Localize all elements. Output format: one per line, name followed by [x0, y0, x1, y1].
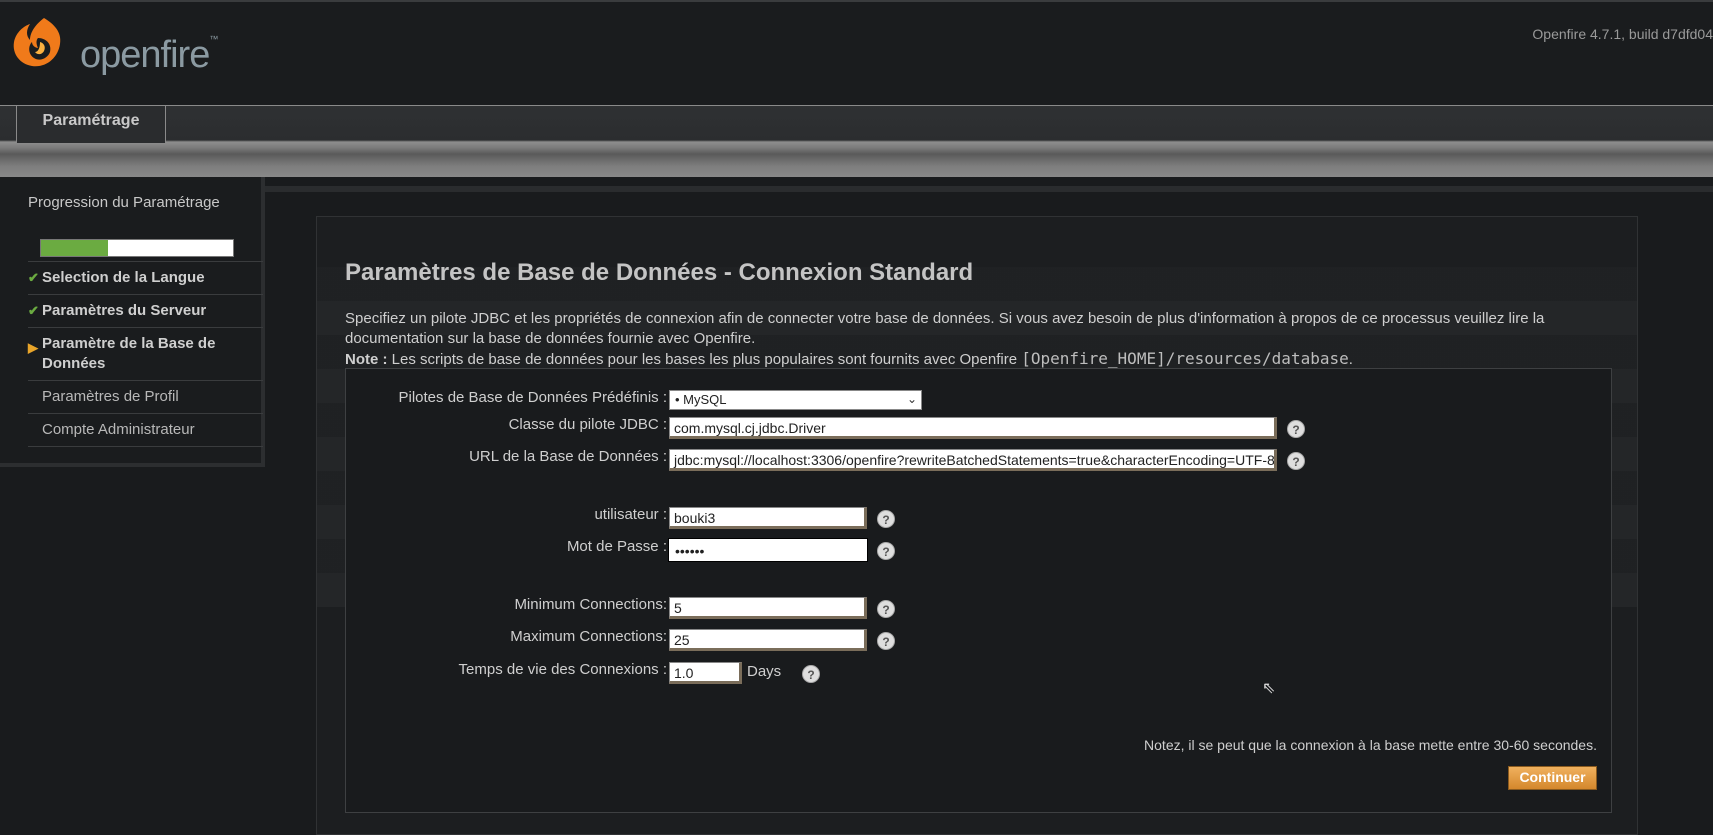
note-label: Note :	[345, 351, 388, 368]
progress-bar	[40, 239, 234, 257]
driver-select-value: • MySQL	[675, 392, 727, 407]
check-icon: ✔	[28, 270, 39, 285]
main-panel: Paramètres de Base de Données - Connexio…	[316, 216, 1638, 835]
progress-title: Progression du Paramétrage	[28, 194, 220, 211]
setup-progress-sidebar: Progression du Paramétrage ✔ Selection d…	[0, 177, 265, 467]
password-label: Mot de Passe :	[566, 538, 667, 555]
step-language[interactable]: ✔ Selection de la Langue	[28, 261, 263, 294]
openfire-flame-icon	[13, 18, 61, 67]
intro-text: Specifiez un pilote JDBC et les propriét…	[345, 309, 1585, 370]
logo-wordmark: openfire™	[80, 34, 218, 76]
help-icon[interactable]: ?	[877, 632, 895, 650]
openfire-logo: openfire™	[10, 14, 220, 84]
step-admin-account: Compte Administrateur	[28, 413, 263, 447]
help-icon[interactable]: ?	[877, 510, 895, 528]
help-icon[interactable]: ?	[877, 600, 895, 618]
note-code-path: [Openfire_HOME]/resources/database	[1021, 349, 1349, 368]
setup-steps-list: ✔ Selection de la Langue ✔ Paramètres du…	[28, 261, 263, 447]
chevron-down-icon: ⌄	[906, 392, 917, 406]
driver-select[interactable]: • MySQL ⌄	[669, 390, 922, 410]
help-icon[interactable]: ?	[877, 542, 895, 560]
username-input[interactable]: bouki3	[669, 507, 867, 529]
content-top-border	[265, 186, 1713, 192]
check-icon: ✔	[28, 303, 39, 318]
logo-trademark: ™	[209, 34, 218, 44]
connection-delay-note: Notez, il se peut que la connexion à la …	[1144, 737, 1597, 753]
help-icon[interactable]: ?	[1287, 452, 1305, 470]
step-label: Paramètre de la Base de Données	[42, 335, 216, 372]
min-connections-label: Minimum Connections:	[514, 596, 667, 613]
driver-label: Pilotes de Base de Données Prédéfinis :	[398, 389, 668, 406]
progress-bar-fill	[41, 240, 109, 256]
database-form: Pilotes de Base de Données Prédéfinis : …	[345, 368, 1612, 813]
arrow-right-icon: ▶	[28, 340, 38, 355]
jdbc-class-label: Classe du pilote JDBC :	[508, 416, 667, 433]
tab-bar: Paramétrage	[0, 105, 1713, 177]
connection-lifetime-label: Temps de vie des Connexions :	[458, 661, 667, 678]
db-url-label: URL de la Base de Données :	[469, 448, 667, 465]
help-icon[interactable]: ?	[1287, 420, 1305, 438]
password-input[interactable]: ••••••	[668, 538, 868, 562]
min-connections-input[interactable]: 5	[669, 597, 867, 619]
mouse-cursor-icon: ⇖	[1262, 680, 1276, 697]
step-server[interactable]: ✔ Paramètres du Serveur	[28, 294, 263, 327]
connection-lifetime-unit: Days	[747, 663, 782, 680]
max-connections-input[interactable]: 25	[669, 629, 867, 651]
connection-lifetime-input[interactable]: 1.0	[669, 662, 742, 684]
tab-parametrage[interactable]: Paramétrage	[16, 106, 166, 144]
max-connections-label: Maximum Connections:	[510, 628, 667, 645]
help-icon[interactable]: ?	[802, 665, 820, 683]
intro-paragraph: Specifiez un pilote JDBC et les propriét…	[345, 310, 1545, 347]
username-label: utilisateur :	[594, 506, 667, 523]
jdbc-class-input[interactable]: com.mysql.cj.jdbc.Driver	[669, 417, 1277, 439]
db-url-input[interactable]: jdbc:mysql://localhost:3306/openfire?rew…	[669, 449, 1277, 471]
version-label: Openfire 4.7.1, build d7dfd04	[1532, 26, 1713, 42]
note-end: .	[1348, 351, 1353, 368]
step-database[interactable]: ▶ Paramètre de la Base de Données	[28, 327, 263, 380]
continue-button[interactable]: Continuer	[1508, 766, 1597, 790]
note-text: Les scripts de base de données pour les …	[387, 351, 1022, 368]
step-label: Selection de la Langue	[42, 269, 205, 286]
step-label: Paramètres du Serveur	[42, 302, 207, 319]
step-label: Compte Administrateur	[42, 421, 195, 438]
app-header: openfire™ Openfire 4.7.1, build d7dfd04	[0, 0, 1713, 105]
step-label: Paramètres de Profil	[42, 388, 179, 405]
page-title: Paramètres de Base de Données - Connexio…	[345, 259, 974, 286]
step-profile: Paramètres de Profil	[28, 380, 263, 413]
